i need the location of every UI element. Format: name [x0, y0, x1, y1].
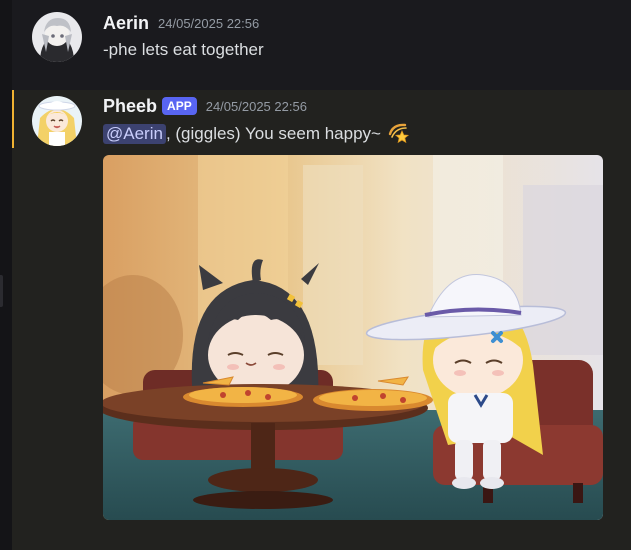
message-header: Aerin 24/05/2025 22:56	[103, 12, 259, 34]
channel-gutter	[0, 0, 12, 550]
shooting-star-emoji-icon	[387, 122, 411, 146]
username[interactable]: Aerin	[103, 13, 149, 34]
message-pheeb[interactable]: Pheeb APP 24/05/2025 22:56 @Aerin, (gigg…	[12, 90, 631, 550]
chibi-pizza-image	[103, 155, 603, 520]
avatar[interactable]	[32, 12, 82, 62]
app-badge: APP	[162, 97, 197, 115]
message-text: -phe lets eat together	[103, 40, 264, 59]
image-attachment[interactable]	[103, 155, 603, 520]
message-content: @Aerin, (giggles) You seem happy~	[103, 122, 411, 146]
message-content: -phe lets eat together	[103, 40, 264, 60]
gutter-tab	[0, 275, 3, 307]
timestamp[interactable]: 24/05/2025 22:56	[206, 99, 307, 114]
username[interactable]: Pheeb	[103, 96, 157, 117]
message-text: , (giggles) You seem happy~	[165, 124, 381, 143]
timestamp[interactable]: 24/05/2025 22:56	[158, 16, 259, 31]
message-header: Pheeb APP 24/05/2025 22:56	[103, 95, 307, 117]
avatar[interactable]	[32, 96, 82, 146]
message-aerin[interactable]: Aerin 24/05/2025 22:56 -phe lets eat tog…	[12, 0, 631, 80]
user-mention[interactable]: @Aerin	[103, 124, 166, 144]
mention-highlight-bar	[12, 90, 14, 148]
